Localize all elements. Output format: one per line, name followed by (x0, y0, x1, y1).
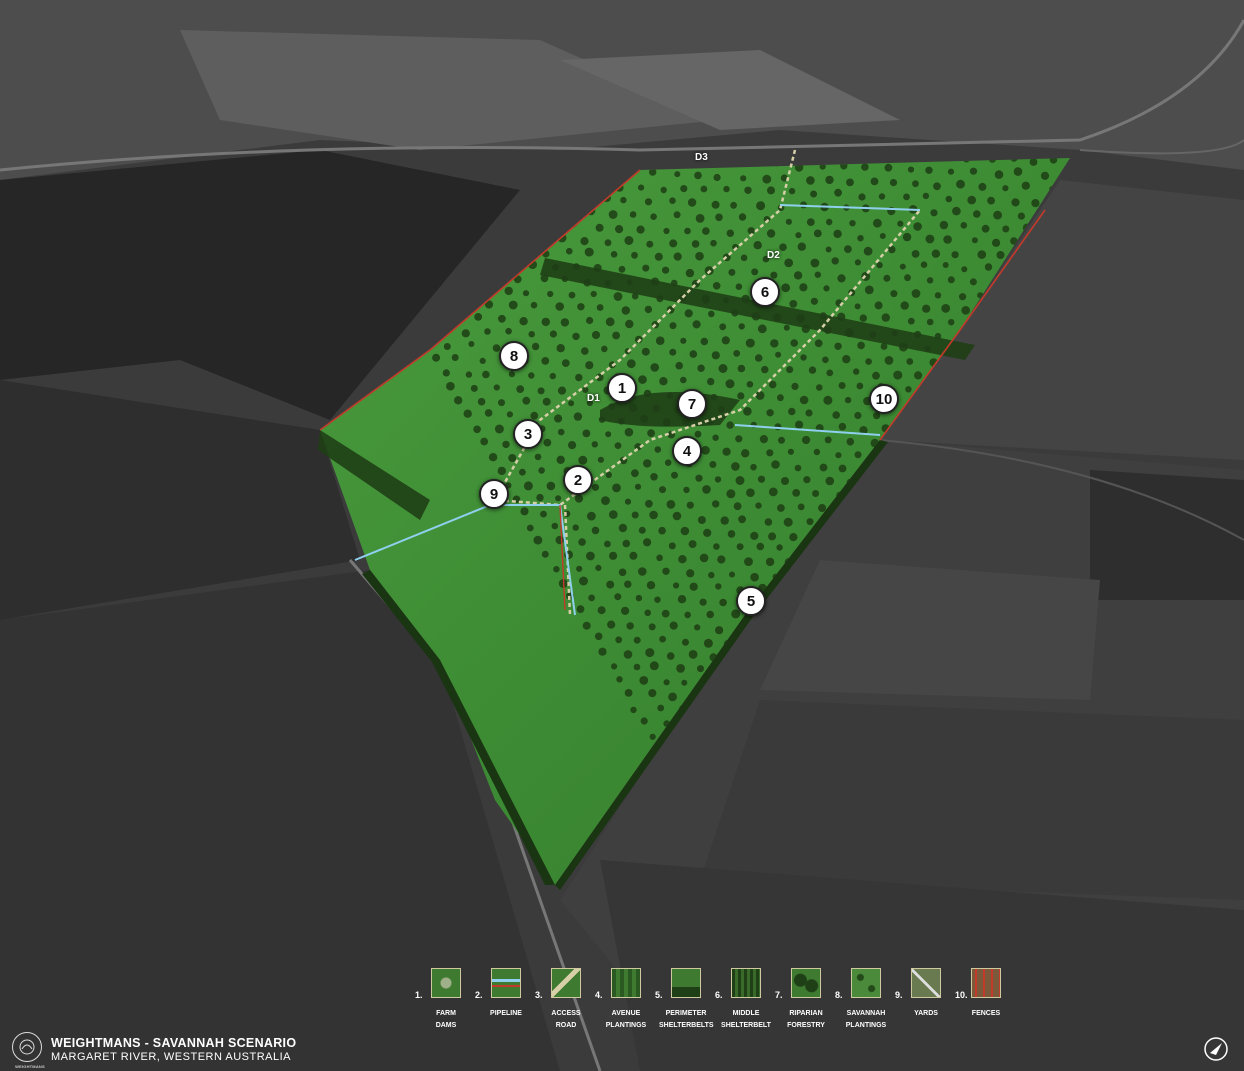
map-marker-2[interactable]: 2 (563, 465, 593, 495)
legend-label: MIDDLE SHELTERBELT (719, 1008, 773, 1032)
legend-label: PERIMETER SHELTERBELTS (659, 1008, 714, 1032)
dam-label-d1: D1 (587, 393, 600, 404)
map-title: WEIGHTMANS - SAVANNAH SCENARIO (51, 1036, 297, 1050)
legend-number: 4. (595, 990, 603, 1000)
legend-label-line1: PIPELINE (490, 1010, 522, 1017)
legend-label: RIPARIAN FORESTRY (779, 1008, 833, 1032)
logo-icon (12, 1032, 42, 1062)
farm-dams-icon (431, 968, 461, 998)
map-marker-9[interactable]: 9 (479, 479, 509, 509)
legend-number: 2. (475, 990, 483, 1000)
map-marker-6[interactable]: 6 (750, 277, 780, 307)
map-marker-1[interactable]: 1 (607, 373, 637, 403)
legend-label: SAVANNAH PLANTINGS (839, 1008, 893, 1032)
middle-shelterbelt-icon (731, 968, 761, 998)
legend-item: 5. PERIMETER SHELTERBELTS (655, 968, 715, 1038)
map-marker-10[interactable]: 10 (869, 384, 899, 414)
dam-label-d3: D3 (695, 152, 708, 163)
legend-number: 10. (955, 990, 968, 1000)
legend-number: 7. (775, 990, 783, 1000)
riparian-forestry-icon (791, 968, 821, 998)
legend-label-line2: PLANTINGS (605, 1022, 647, 1029)
legend-label-line1: RIPARIAN (789, 1010, 823, 1017)
legend-item: 8. SAVANNAH PLANTINGS (835, 968, 895, 1038)
legend-item: 3. ACCESS ROAD (535, 968, 595, 1038)
legend-label-line1: AVENUE (611, 1010, 641, 1017)
legend-label: AVENUE PLANTINGS (599, 1008, 653, 1032)
legend-label-line2: SHELTERBELT (721, 1022, 771, 1029)
dam-label-d2: D2 (767, 250, 780, 261)
map-marker-4[interactable]: 4 (672, 436, 702, 466)
legend-label-line1: FARM (436, 1010, 456, 1017)
legend-item: 1. FARM DAMS (415, 968, 475, 1038)
pipeline-icon (491, 968, 521, 998)
legend-label-line1: PERIMETER (665, 1010, 707, 1017)
avenue-plantings-icon (611, 968, 641, 998)
legend-label-line1: YARDS (914, 1010, 938, 1017)
legend-label-line2: SHELTERBELTS (659, 1022, 714, 1029)
aerial-map[interactable] (0, 0, 1244, 1071)
legend-label: PIPELINE (479, 1008, 533, 1020)
legend-label-line1: MIDDLE (732, 1010, 760, 1017)
legend-number: 3. (535, 990, 543, 1000)
legend-number: 5. (655, 990, 663, 1000)
legend-number: 8. (835, 990, 843, 1000)
legend-item: 10. FENCES (955, 968, 1015, 1038)
fences-icon (971, 968, 1001, 998)
map-marker-5[interactable]: 5 (736, 586, 766, 616)
legend-item: 9. YARDS (895, 968, 955, 1038)
logo-text: WEIGHTMANS (15, 1064, 45, 1069)
savannah-plantings-icon (851, 968, 881, 998)
legend-number: 1. (415, 990, 423, 1000)
map-subtitle: MARGARET RIVER, WESTERN AUSTRALIA (51, 1051, 292, 1063)
compass-icon (1203, 1036, 1229, 1062)
legend-number: 6. (715, 990, 723, 1000)
legend-label-line2: DAMS (435, 1022, 457, 1029)
legend-item: 4. AVENUE PLANTINGS (595, 968, 655, 1038)
perimeter-shelterbelts-icon (671, 968, 701, 998)
legend-label: ACCESS ROAD (539, 1008, 593, 1032)
legend-item: 6. MIDDLE SHELTERBELT (715, 968, 775, 1038)
legend-item: 2. PIPELINE (475, 968, 535, 1038)
yards-icon (911, 968, 941, 998)
legend-label-line2: PLANTINGS (845, 1022, 887, 1029)
legend-label-line2: FORESTRY (787, 1022, 825, 1029)
access-road-icon (551, 968, 581, 998)
map-marker-8[interactable]: 8 (499, 341, 529, 371)
map-legend: 1. FARM DAMS 2. PIPELINE 3. ACCESS ROAD 4. AVENUE… (415, 968, 1015, 1038)
legend-label-line2: ROAD (555, 1022, 577, 1029)
map-marker-7[interactable]: 7 (677, 389, 707, 419)
legend-label-line1: FENCES (971, 1010, 1001, 1017)
legend-label: YARDS (899, 1008, 953, 1020)
legend-item: 7. RIPARIAN FORESTRY (775, 968, 835, 1038)
legend-label-line1: SAVANNAH (846, 1010, 886, 1017)
map-marker-3[interactable]: 3 (513, 419, 543, 449)
legend-label-line1: ACCESS (551, 1010, 581, 1017)
legend-label: FARM DAMS (419, 1008, 473, 1032)
legend-label: FENCES (959, 1008, 1013, 1020)
legend-number: 9. (895, 990, 903, 1000)
